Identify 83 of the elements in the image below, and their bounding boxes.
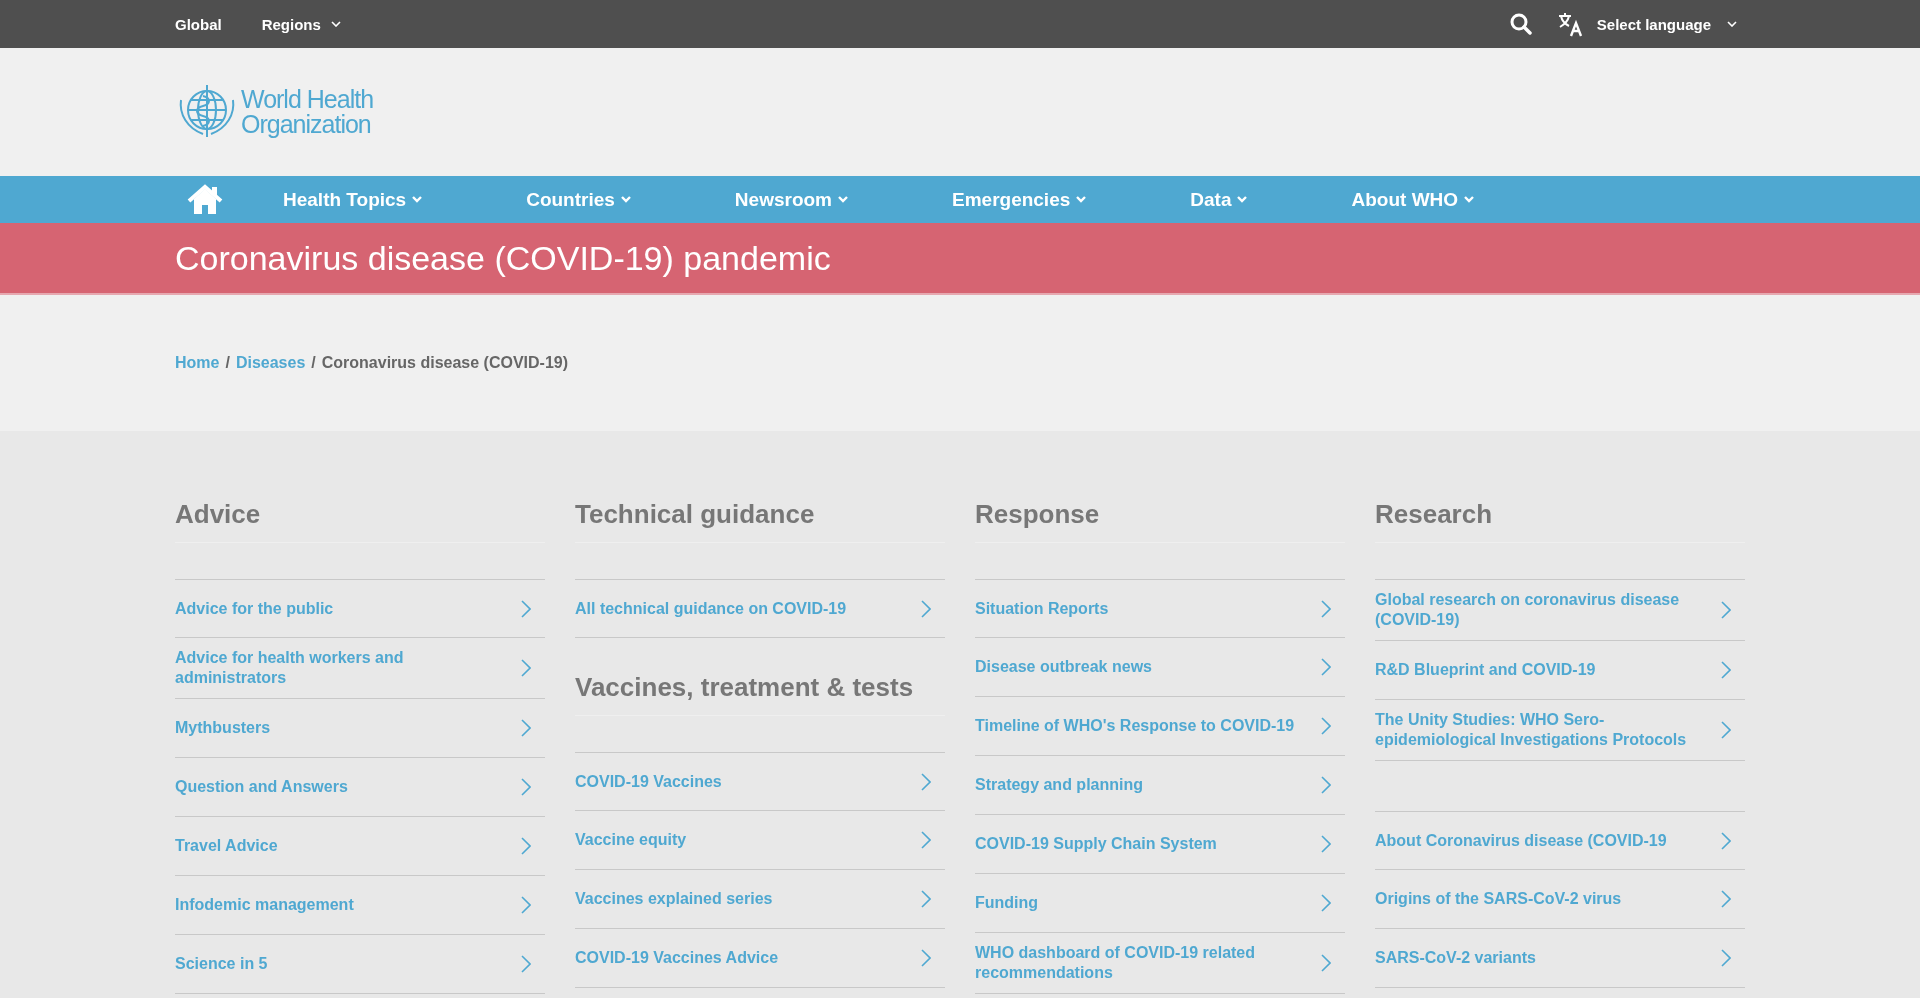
link-row[interactable]: Timeline of WHO's Response to COVID-19 [975,697,1345,756]
link-row[interactable]: Strategy and planning [975,756,1345,815]
chevron-right-icon [921,890,931,908]
language-select[interactable]: Select language [1596,15,1737,33]
section-heading: Vaccines, treatment & tests [575,672,945,716]
search-icon[interactable] [1508,12,1533,36]
chevron-right-icon [1321,954,1331,972]
chevron-right-icon [921,949,931,967]
link-row[interactable]: Travel Advice [175,817,545,876]
chevron-right-icon [521,837,531,855]
link-row[interactable]: COVID-19 Vaccines Advice [575,929,945,988]
chevron-right-icon [1721,661,1731,679]
chevron-down-icon [1727,21,1737,27]
link-row[interactable]: SARS-CoV-2 variants [1375,929,1745,988]
link-row[interactable]: Vaccines explained series [575,870,945,929]
link-row[interactable]: Disease outbreak news [975,638,1345,697]
breadcrumb-link[interactable]: Home [175,354,220,372]
chevron-down-icon [620,196,631,203]
link-row[interactable]: R&D Blueprint and COVID-19 [1375,641,1745,700]
main-nav-link[interactable]: Emergencies [952,188,1087,211]
chevron-right-icon [521,719,531,737]
link-row[interactable]: Origins of the SARS-CoV-2 virus [1375,870,1745,929]
main-nav-link[interactable]: Countries [526,188,631,211]
top-nav-link[interactable]: Regions [261,15,341,33]
chevron-right-icon [1321,894,1331,912]
link-row[interactable]: Question and Answers [175,758,545,817]
main-nav-link[interactable]: Data [1190,188,1248,211]
chevron-down-icon [330,21,341,27]
chevron-right-icon [1321,658,1331,676]
chevron-right-icon [1721,721,1731,739]
breadcrumb-current: Coronavirus disease (COVID-19) [321,354,569,372]
chevron-right-icon [521,778,531,796]
section-heading: Response [975,499,1345,543]
breadcrumb-separator: / [311,354,316,372]
link-row[interactable]: Advice for the public [175,579,545,638]
link-row[interactable]: Situation Reports [975,579,1345,638]
link-row[interactable]: COVID-19 Supply Chain System [975,815,1345,874]
chevron-right-icon [1321,776,1331,794]
home-icon[interactable] [187,183,223,216]
link-row[interactable]: WHO dashboard of COVID-19 related recommendations [975,933,1345,994]
chevron-right-icon [921,599,931,618]
top-nav-link[interactable]: Global [175,15,222,33]
logo-text: Organization [241,112,372,137]
main-nav-link[interactable]: Health Topics [283,188,423,211]
chevron-down-icon [1237,196,1248,203]
chevron-down-icon [412,196,423,203]
link-row[interactable]: Infodemic management [175,876,545,935]
chevron-right-icon [1721,890,1731,908]
chevron-right-icon [921,772,931,791]
chevron-right-icon [921,831,931,849]
chevron-right-icon [521,599,531,618]
chevron-right-icon [1321,717,1331,735]
main-nav-link[interactable]: About WHO [1351,188,1475,211]
link-row[interactable]: Science in 5 [175,935,545,994]
link-row[interactable]: Global research on coronavirus disease (COVID-19) [1375,579,1745,641]
chevron-right-icon [1721,949,1731,967]
section-heading: Technical guidance [575,499,945,543]
link-row[interactable]: Vaccine equity [575,811,945,870]
link-row[interactable]: About Coronavirus disease (COVID-19 [1375,811,1745,870]
breadcrumb-link[interactable]: Diseases [235,354,306,372]
chevron-right-icon [1321,599,1331,618]
section-heading: Advice [175,499,545,543]
chevron-right-icon [521,955,531,973]
link-row[interactable]: All technical guidance on COVID-19 [575,579,945,638]
page-title: Coronavirus disease (COVID-19) pandemic [175,238,832,278]
chevron-right-icon [1721,831,1731,850]
link-row[interactable]: COVID-19 Vaccines [575,752,945,811]
main-nav-link[interactable]: Newsroom [734,188,848,211]
chevron-down-icon [1076,196,1087,203]
link-row[interactable]: Mythbusters [175,699,545,758]
translate-icon [1556,11,1583,37]
section-heading: Research [1375,499,1745,543]
chevron-right-icon [521,659,531,677]
chevron-down-icon [1464,196,1475,203]
link-row[interactable]: Funding [975,874,1345,933]
link-row[interactable]: The Unity Studies: WHO Sero-epidemiological Investigations Protocols [1375,700,1745,761]
chevron-right-icon [521,896,531,914]
chevron-down-icon [838,196,848,203]
link-row[interactable]: Advice for health workers and administrators [175,638,545,699]
breadcrumb-separator: / [225,354,230,372]
chevron-right-icon [1321,835,1331,853]
logo-text: World Health [241,87,374,112]
chevron-right-icon [1721,601,1731,619]
